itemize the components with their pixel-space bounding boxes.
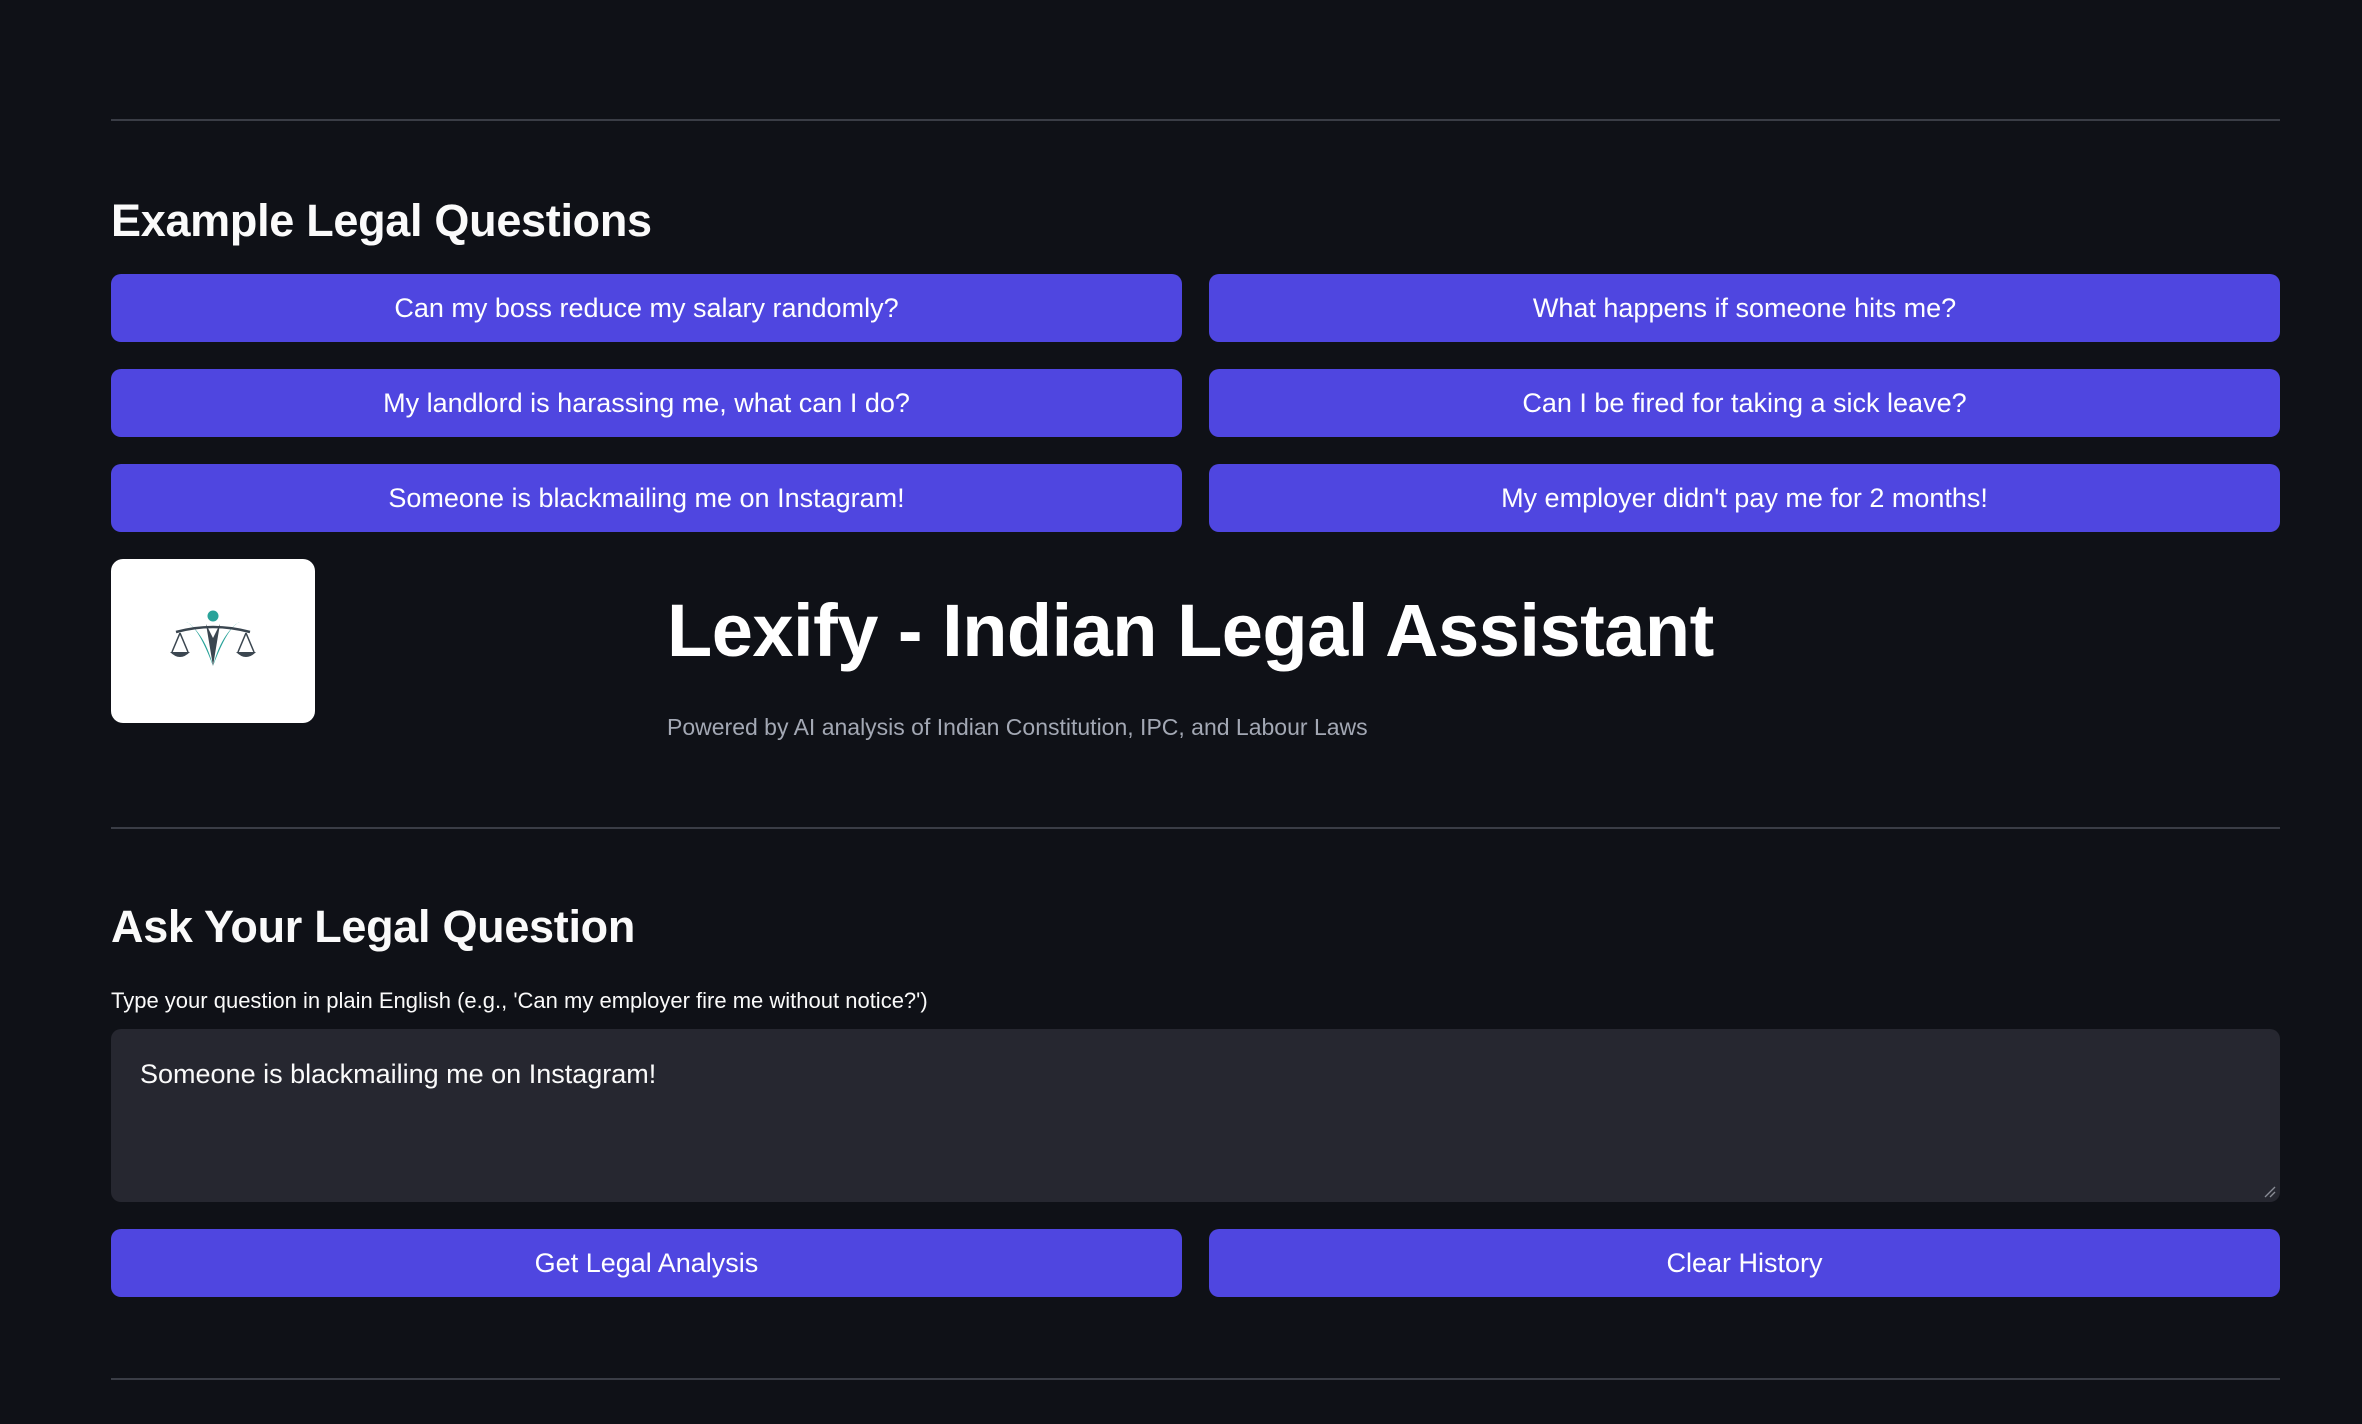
example-question-button[interactable]: My employer didn't pay me for 2 months! <box>1209 464 2280 532</box>
resize-handle-icon[interactable] <box>2262 1184 2276 1198</box>
question-textarea[interactable]: Someone is blackmailing me on Instagram! <box>111 1029 2280 1202</box>
get-legal-analysis-button[interactable]: Get Legal Analysis <box>111 1229 1182 1297</box>
app-title: Lexify - Indian Legal Assistant <box>667 589 1714 672</box>
question-field-label: Type your question in plain English (e.g… <box>111 988 928 1013</box>
middle-divider <box>111 827 2280 829</box>
app-subtitle: Powered by AI analysis of Indian Constit… <box>667 714 1368 740</box>
example-question-button[interactable]: What happens if someone hits me? <box>1209 274 2280 342</box>
example-question-button[interactable]: Can my boss reduce my salary randomly? <box>111 274 1182 342</box>
example-question-button[interactable]: My landlord is harassing me, what can I … <box>111 369 1182 437</box>
ask-heading: Ask Your Legal Question <box>111 901 636 952</box>
clear-history-button[interactable]: Clear History <box>1209 1229 2280 1297</box>
examples-heading: Example Legal Questions <box>111 195 652 246</box>
app-logo <box>111 559 315 723</box>
top-divider <box>111 119 2280 121</box>
example-question-button[interactable]: Someone is blackmailing me on Instagram! <box>111 464 1182 532</box>
example-question-button[interactable]: Can I be fired for taking a sick leave? <box>1209 369 2280 437</box>
app-page: Example Legal Questions Can my boss redu… <box>0 0 2362 1424</box>
scales-of-justice-icon <box>170 610 256 666</box>
bottom-divider <box>111 1378 2280 1380</box>
question-textarea-value: Someone is blackmailing me on Instagram! <box>140 1059 657 1089</box>
